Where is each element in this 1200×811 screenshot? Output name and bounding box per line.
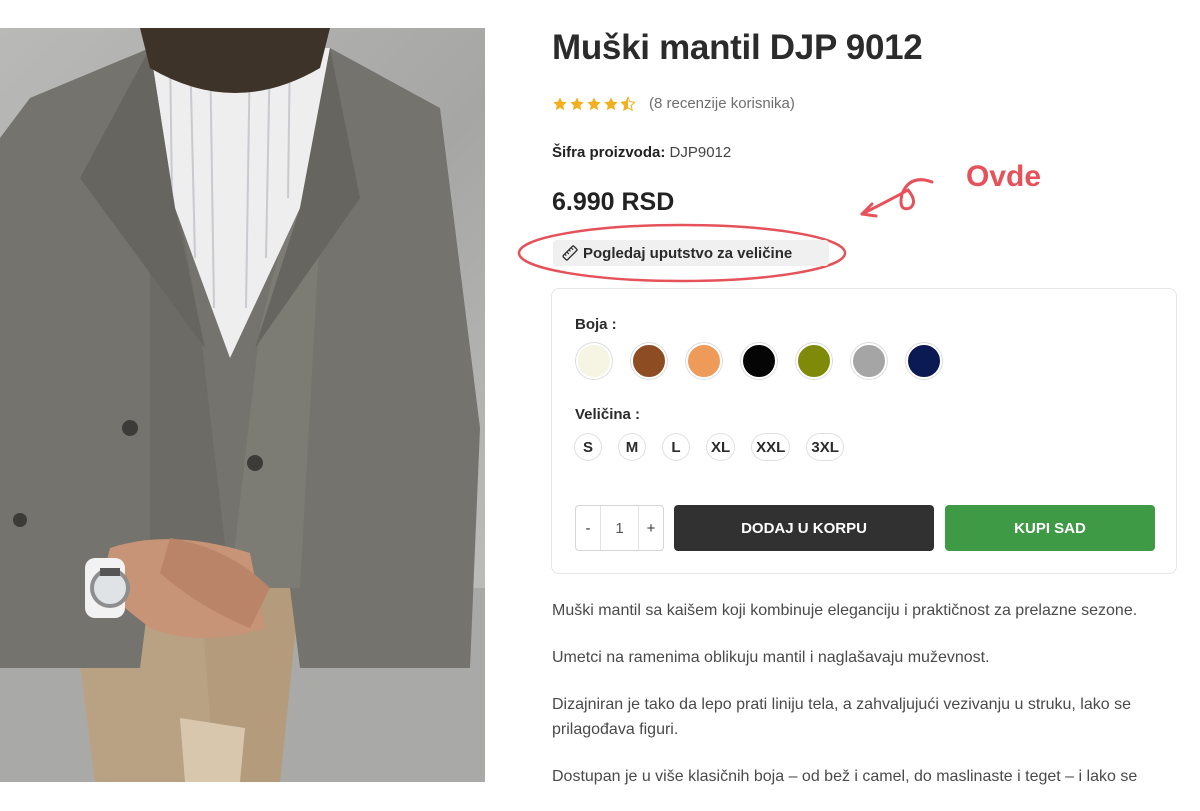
color-swatch-olive[interactable]	[796, 343, 832, 379]
star-rating	[552, 95, 636, 112]
color-label: Boja :	[575, 316, 617, 333]
review-count-link[interactable]: (8 recenzije korisnika)	[649, 95, 795, 112]
color-swatch-cream[interactable]	[576, 343, 612, 379]
add-to-cart-button[interactable]: DODAJ U KORPU	[674, 505, 934, 551]
buy-now-button[interactable]: KUPI SAD	[945, 505, 1155, 551]
ruler-icon	[562, 245, 578, 261]
quantity-input[interactable]: 1	[600, 506, 639, 550]
color-swatch-gray[interactable]	[851, 343, 887, 379]
description-paragraph: Muški mantil sa kaišem koji kombinuje el…	[552, 602, 1138, 619]
size-option-l[interactable]: L	[663, 434, 689, 460]
star-icon	[587, 96, 601, 110]
size-option-s[interactable]: S	[575, 434, 601, 460]
annotation-arrow-icon	[860, 178, 934, 218]
size-options: S M L XL XXL 3XL	[575, 434, 843, 460]
description-paragraph: Umetci na ramenima oblikuju mantil i nag…	[552, 649, 990, 666]
size-option-xxl[interactable]: XXL	[752, 434, 790, 460]
sku-value: DJP9012	[669, 144, 732, 161]
color-swatch-navy[interactable]	[906, 343, 942, 379]
annotation-label: Ovde	[966, 160, 1042, 193]
star-icon	[604, 96, 618, 110]
description-paragraph: Dizajniran je tako da lepo prati liniju …	[552, 696, 1131, 738]
star-icon	[553, 96, 567, 110]
coat-illustration	[0, 28, 485, 782]
product-title: Muški mantil DJP 9012	[552, 28, 923, 67]
product-image	[0, 28, 485, 782]
color-swatch-camel[interactable]	[686, 343, 722, 379]
color-swatch-brown[interactable]	[631, 343, 667, 379]
product-description: Muški mantil sa kaišem koji kombinuje el…	[552, 598, 1152, 811]
quantity-decrease-button[interactable]: -	[576, 506, 600, 550]
product-options: Boja : Veličina : S M L XL XXL 3XL - 1 +…	[551, 288, 1177, 574]
star-icon	[570, 96, 584, 110]
size-option-3xl[interactable]: 3XL	[807, 434, 843, 460]
sku: Šifra proizvoda: DJP9012	[552, 144, 731, 161]
size-label: Veličina :	[575, 406, 641, 423]
color-swatch-black[interactable]	[741, 343, 777, 379]
color-swatches	[576, 343, 942, 379]
product-price: 6.990 RSD	[552, 188, 675, 216]
quantity-increase-button[interactable]: +	[639, 506, 663, 550]
size-option-m[interactable]: M	[619, 434, 645, 460]
rating: (8 recenzije korisnika)	[552, 95, 795, 112]
description-paragraph: Dostupan je u više klasičnih boja – od b…	[552, 768, 1138, 785]
sku-label: Šifra proizvoda:	[552, 144, 666, 161]
size-guide-label: Pogledaj uputstvo za veličine	[583, 244, 793, 262]
half-star-icon	[620, 95, 636, 111]
size-guide-button[interactable]: Pogledaj uputstvo za veličine	[553, 240, 829, 266]
size-option-xl[interactable]: XL	[707, 434, 735, 460]
quantity-stepper: - 1 +	[575, 505, 664, 551]
